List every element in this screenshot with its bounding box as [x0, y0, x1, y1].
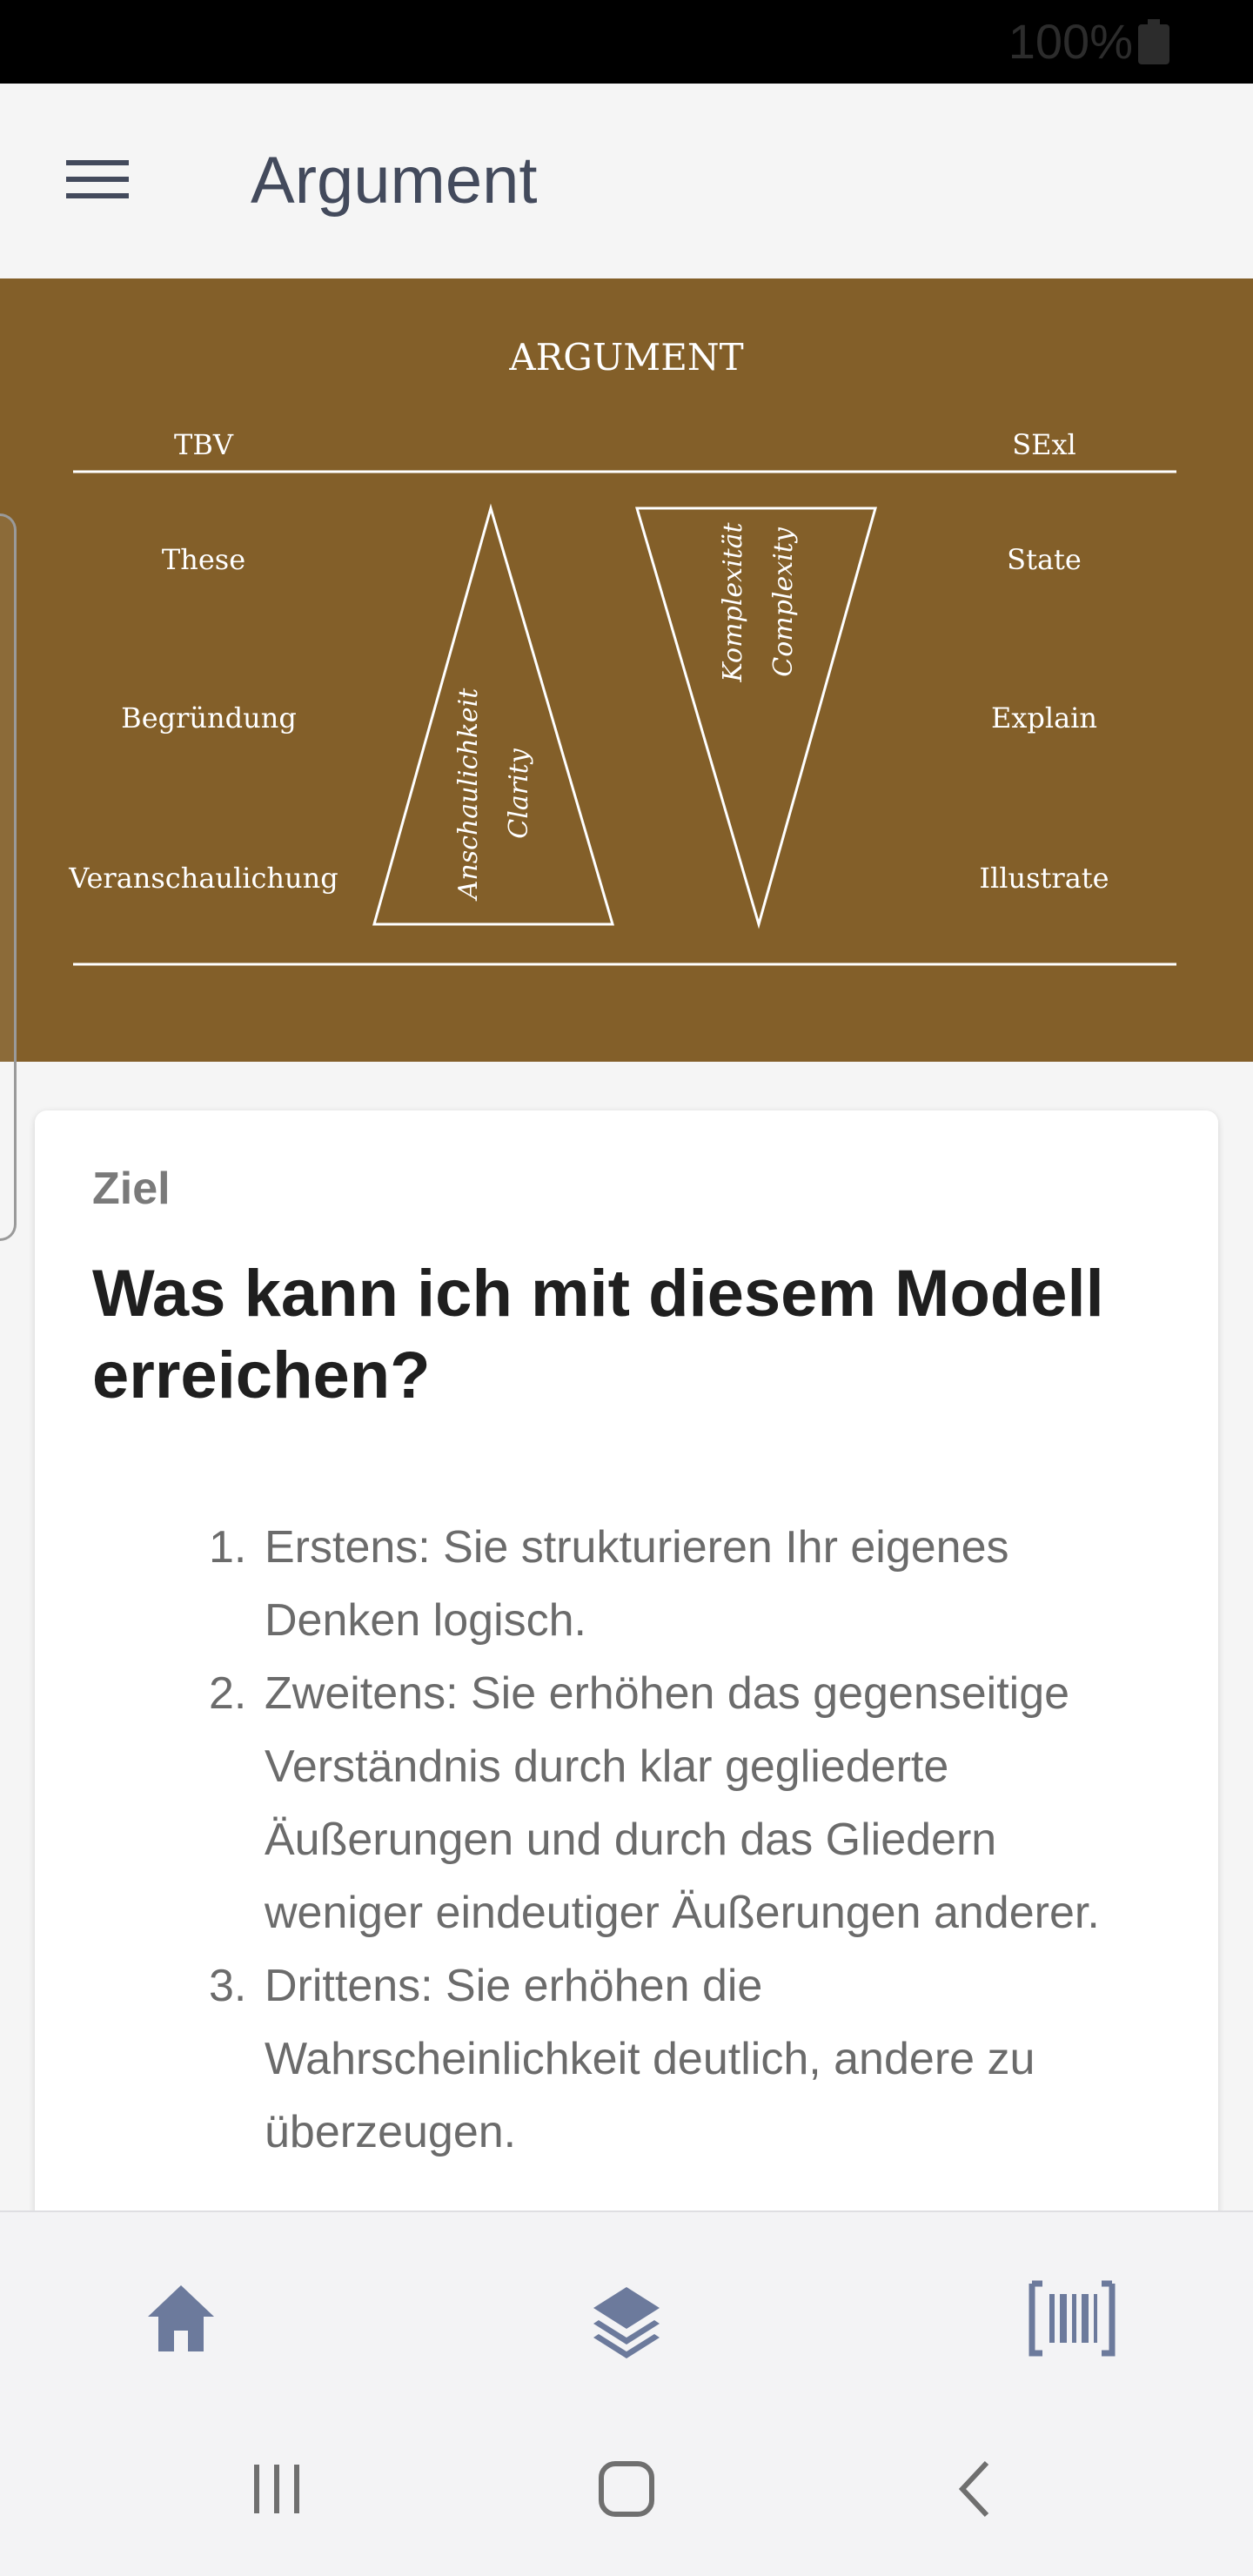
complexity-triangle: [634, 506, 877, 929]
argument-diagram: ARGUMENT TBV SExl These Begründung Veran…: [0, 278, 1253, 1062]
list-item: 1. Erstens: Sie strukturieren Ihr eigene…: [209, 1511, 1149, 1657]
nav-layers-button[interactable]: [574, 2270, 679, 2365]
triangle-up-label-de: Anschaulichkeit: [453, 688, 484, 902]
menu-button[interactable]: [49, 136, 146, 223]
nav-home-button[interactable]: [129, 2270, 233, 2365]
hamburger-menu-icon: [66, 160, 129, 198]
right-label-explain: Explain: [991, 701, 1097, 735]
diagram-title: ARGUMENT: [508, 336, 743, 379]
nav-barcode-button[interactable]: [1020, 2270, 1124, 2365]
home-circle-icon: [599, 2461, 654, 2517]
clarity-triangle: [372, 503, 615, 926]
diagram-left-header: TBV: [174, 428, 234, 461]
layers-icon: [593, 2287, 660, 2358]
list-item: 2. Zweitens: Sie erhöhen das gegenseitig…: [209, 1657, 1149, 1949]
recents-button[interactable]: [224, 2437, 329, 2541]
recents-icon: [254, 2465, 299, 2513]
home-system-button[interactable]: [574, 2437, 679, 2541]
back-button[interactable]: [924, 2437, 1029, 2541]
status-bar: 100%: [0, 0, 1253, 84]
list-item: 3. Drittens: Sie erhöhen die Wahrscheinl…: [209, 1949, 1149, 2169]
back-icon: [958, 2460, 989, 2518]
right-label-illustrate: Illustrate: [979, 862, 1109, 895]
app-bar: Argument: [0, 84, 1253, 278]
list-item-number: 2.: [209, 1668, 247, 1719]
triangle-down-label-en: Complexity: [768, 527, 799, 677]
goal-card: Ziel Was kann ich mit diesem Modell erre…: [35, 1110, 1218, 2259]
system-navigation-bar: [0, 2402, 1253, 2576]
left-label-begruendung: Begründung: [121, 701, 297, 735]
right-label-state: State: [1007, 543, 1082, 576]
triangle-down-label-de: Komplexität: [718, 521, 748, 682]
list-item-text: Drittens: Sie erhöhen die Wahrscheinlich…: [265, 1961, 1035, 2157]
page-title: Argument: [251, 144, 538, 218]
goal-list: 1. Erstens: Sie strukturieren Ihr eigene…: [209, 1511, 1149, 2169]
side-drawer-handle[interactable]: [0, 513, 17, 1241]
list-item-number: 3.: [209, 1961, 247, 2011]
list-item-number: 1.: [209, 1522, 247, 1573]
battery-icon: [1138, 19, 1169, 64]
left-label-veranschaulichung: Veranschaulichung: [68, 862, 338, 895]
triangle-up-label-en: Clarity: [504, 748, 534, 838]
left-label-these: These: [162, 543, 245, 576]
diagram-right-header: SExl: [1012, 428, 1076, 461]
card-kicker: Ziel: [92, 1164, 171, 1214]
list-item-text: Zweitens: Sie erhöhen das gegenseitige V…: [265, 1668, 1100, 1938]
home-icon: [148, 2285, 214, 2351]
diagram-canvas: ARGUMENT TBV SExl These Begründung Veran…: [68, 336, 1176, 966]
barcode-icon: [1029, 2280, 1116, 2357]
bottom-navigation: [0, 2210, 1253, 2404]
battery-percentage: 100%: [1008, 14, 1133, 69]
card-heading: Was kann ich mit diesem Modell erreichen…: [92, 1257, 1104, 1412]
list-item-text: Erstens: Sie strukturieren Ihr eigenes D…: [265, 1522, 1009, 1646]
